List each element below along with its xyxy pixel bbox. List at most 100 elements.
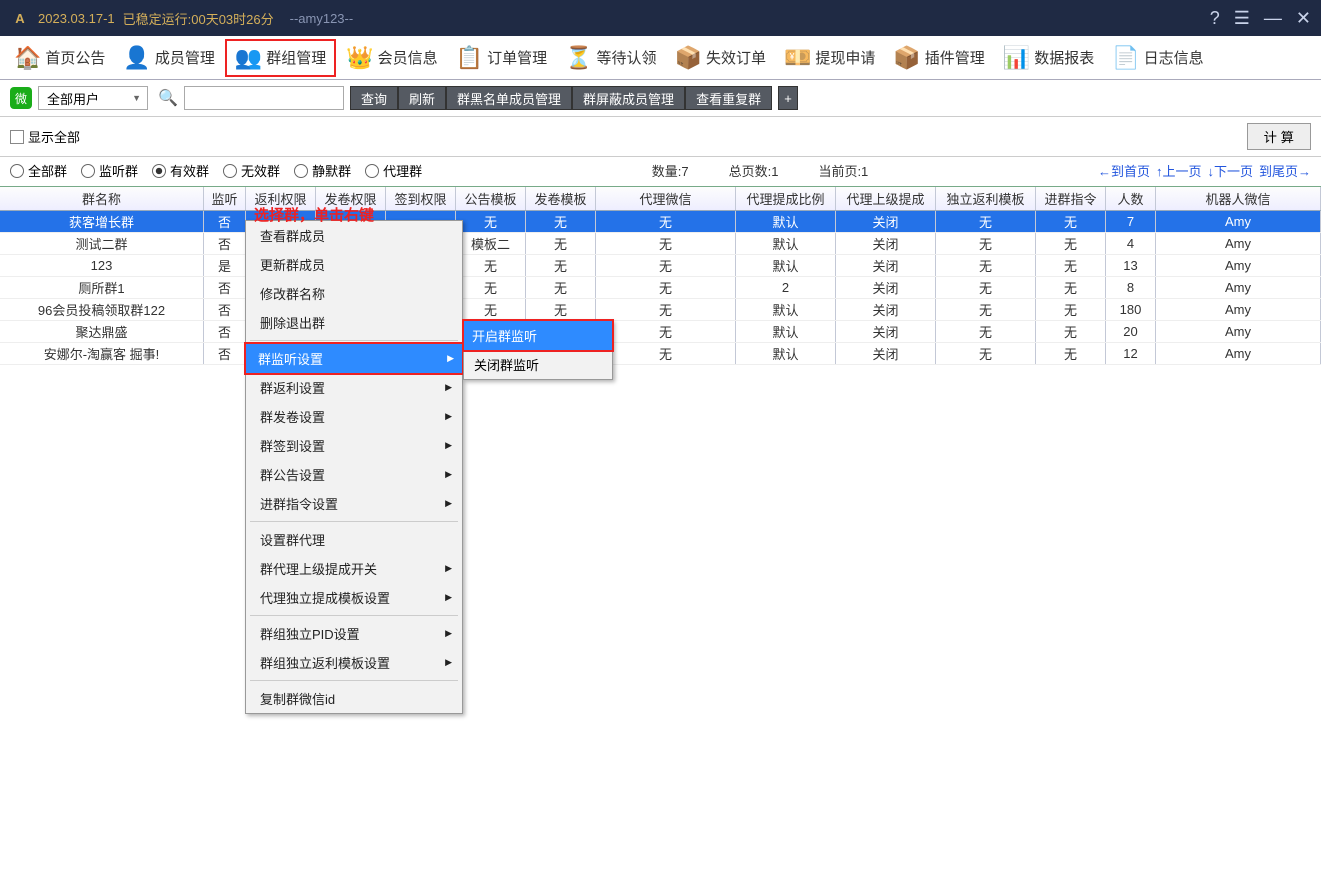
toolbar-plugins[interactable]: 📦插件管理 bbox=[885, 41, 992, 75]
table-cell: 默认 bbox=[736, 233, 836, 254]
search-input[interactable] bbox=[184, 86, 344, 110]
pager-link[interactable]: 到尾页→ bbox=[1259, 161, 1311, 180]
toolbar-reports[interactable]: 📊数据报表 bbox=[995, 41, 1102, 75]
filter-btn[interactable]: 查询 bbox=[350, 86, 398, 110]
table-row[interactable]: 测试二群否模板二无无默认关闭无无4Amy bbox=[0, 233, 1321, 255]
table-cell: 无 bbox=[1036, 233, 1106, 254]
column-header[interactable]: 机器人微信 bbox=[1156, 187, 1321, 210]
table-cell: Amy bbox=[1156, 343, 1321, 364]
table-cell: 123 bbox=[0, 255, 204, 276]
radio-row: 全部群监听群有效群无效群静默群代理群 数量:7 总页数:1 当前页:1 ←到首页… bbox=[0, 157, 1321, 186]
column-header[interactable]: 独立返利模板 bbox=[936, 187, 1036, 210]
toolbar-groups[interactable]: 👥群组管理 bbox=[225, 39, 336, 77]
radio-option[interactable]: 有效群 bbox=[152, 161, 209, 180]
show-all-checkbox[interactable]: 显示全部 bbox=[10, 127, 80, 146]
members-icon: 👤 bbox=[123, 45, 150, 71]
table-cell: 关闭 bbox=[836, 299, 936, 320]
invalid-orders-icon: 📦 bbox=[675, 45, 702, 71]
context-menu-item[interactable]: 查看群成员 bbox=[246, 221, 462, 250]
toolbar-invalid-orders[interactable]: 📦失效订单 bbox=[667, 41, 774, 75]
pager-link[interactable]: ↓下一页 bbox=[1207, 161, 1253, 180]
submenu-item[interactable]: 关闭群监听 bbox=[464, 350, 612, 379]
radio-option[interactable]: 静默群 bbox=[294, 161, 351, 180]
context-menu-item[interactable]: 群组独立返利模板设置 bbox=[246, 648, 462, 677]
toolbar-home-announce[interactable]: 🏠首页公告 bbox=[6, 41, 113, 75]
column-header[interactable]: 群名称 bbox=[0, 187, 204, 210]
context-menu-item[interactable]: 群监听设置 bbox=[244, 342, 464, 375]
table-row[interactable]: 123是无无无默认关闭无无13Amy bbox=[0, 255, 1321, 277]
table-cell: 模板二 bbox=[456, 233, 526, 254]
annotation-label: 选择群，单击右键 bbox=[254, 204, 374, 225]
pager-link[interactable]: ←到首页 bbox=[1098, 161, 1150, 180]
minimize-icon[interactable]: — bbox=[1264, 8, 1282, 29]
radio-option[interactable]: 监听群 bbox=[81, 161, 138, 180]
context-menu-item[interactable]: 删除退出群 bbox=[246, 308, 462, 337]
pager-link[interactable]: ↑上一页 bbox=[1156, 161, 1202, 180]
context-menu-item[interactable]: 群发卷设置 bbox=[246, 402, 462, 431]
column-header[interactable]: 发卷模板 bbox=[526, 187, 596, 210]
filter-btn[interactable]: 查看重复群 bbox=[685, 86, 772, 110]
column-header[interactable]: 代理提成比例 bbox=[736, 187, 836, 210]
user-select[interactable]: 全部用户 bbox=[38, 86, 148, 110]
context-menu-item[interactable]: 进群指令设置 bbox=[246, 489, 462, 518]
table-cell: 默认 bbox=[736, 321, 836, 342]
table-row[interactable]: 聚达鼎盛否无无无默认关闭无无20Amy bbox=[0, 321, 1321, 343]
table-row[interactable]: 厕所群1否无无无2关闭无无8Amy bbox=[0, 277, 1321, 299]
table-cell: 无 bbox=[1036, 321, 1106, 342]
table-cell: 否 bbox=[204, 343, 246, 364]
filter-btn[interactable]: 刷新 bbox=[398, 86, 446, 110]
titlebar-user: --amy123-- bbox=[290, 11, 354, 26]
toolbar-vip-info[interactable]: 👑会员信息 bbox=[338, 41, 445, 75]
logs-icon: 📄 bbox=[1112, 45, 1139, 71]
radio-option[interactable]: 全部群 bbox=[10, 161, 67, 180]
context-menu-item[interactable]: 群代理上级提成开关 bbox=[246, 554, 462, 583]
column-header[interactable]: 人数 bbox=[1106, 187, 1156, 210]
context-menu-item[interactable]: 代理独立提成模板设置 bbox=[246, 583, 462, 612]
close-icon[interactable]: ✕ bbox=[1296, 8, 1311, 29]
add-button[interactable]: + bbox=[778, 86, 798, 110]
submenu-item[interactable]: 开启群监听 bbox=[462, 319, 614, 352]
table-row[interactable]: 获客增长群否无无无默认关闭无无7Amy bbox=[0, 211, 1321, 233]
table-cell: Amy bbox=[1156, 255, 1321, 276]
radio-option[interactable]: 无效群 bbox=[223, 161, 280, 180]
menu-icon[interactable]: ☰ bbox=[1234, 8, 1250, 29]
table-cell: 否 bbox=[204, 277, 246, 298]
column-header[interactable]: 签到权限 bbox=[386, 187, 456, 210]
filter-btn[interactable]: 群屏蔽成员管理 bbox=[572, 86, 685, 110]
toolbar-withdraw[interactable]: 💴提现申请 bbox=[776, 41, 883, 75]
toolbar-members[interactable]: 👤成员管理 bbox=[115, 41, 222, 75]
context-menu-item[interactable]: 更新群成员 bbox=[246, 250, 462, 279]
titlebar-version: 2023.03.17-1 bbox=[38, 11, 115, 26]
table-cell: 无 bbox=[596, 233, 736, 254]
context-menu-item[interactable]: 群签到设置 bbox=[246, 431, 462, 460]
help-icon[interactable]: ? bbox=[1210, 8, 1220, 29]
group-table: 群名称监听返利权限发卷权限签到权限公告模板发卷模板代理微信代理提成比例代理上级提… bbox=[0, 186, 1321, 365]
radio-option[interactable]: 代理群 bbox=[365, 161, 422, 180]
table-cell: 8 bbox=[1106, 277, 1156, 298]
context-menu-item[interactable]: 群组独立PID设置 bbox=[246, 619, 462, 648]
column-header[interactable]: 监听 bbox=[204, 187, 246, 210]
reports-icon: 📊 bbox=[1003, 45, 1030, 71]
table-cell: 默认 bbox=[736, 343, 836, 364]
context-menu-item[interactable]: 群公告设置 bbox=[246, 460, 462, 489]
column-header[interactable]: 进群指令 bbox=[1036, 187, 1106, 210]
column-header[interactable]: 代理微信 bbox=[596, 187, 736, 210]
context-menu-item[interactable]: 复制群微信id bbox=[246, 684, 462, 713]
toolbar-orders[interactable]: 📋订单管理 bbox=[448, 41, 555, 75]
calc-button[interactable]: 计 算 bbox=[1247, 123, 1311, 150]
toolbar-logs[interactable]: 📄日志信息 bbox=[1104, 41, 1211, 75]
table-row[interactable]: 安娜尔-淘赢客 掘事!否无无无默认关闭无无12Amy bbox=[0, 343, 1321, 365]
context-menu-item[interactable]: 设置群代理 bbox=[246, 525, 462, 554]
column-header[interactable]: 代理上级提成 bbox=[836, 187, 936, 210]
table-cell: 无 bbox=[526, 233, 596, 254]
context-menu-item[interactable]: 修改群名称 bbox=[246, 279, 462, 308]
column-header[interactable]: 公告模板 bbox=[456, 187, 526, 210]
table-cell: 否 bbox=[204, 321, 246, 342]
context-submenu: 开启群监听关闭群监听 bbox=[463, 320, 613, 380]
filter-btn[interactable]: 群黑名单成员管理 bbox=[446, 86, 572, 110]
table-cell: 无 bbox=[936, 321, 1036, 342]
toolbar-pending[interactable]: ⏳等待认领 bbox=[557, 41, 664, 75]
table-row[interactable]: 96会员投稿领取群122否无无无默认关闭无无180Amy bbox=[0, 299, 1321, 321]
context-menu-item[interactable]: 群返利设置 bbox=[246, 373, 462, 402]
table-cell: 默认 bbox=[736, 211, 836, 232]
